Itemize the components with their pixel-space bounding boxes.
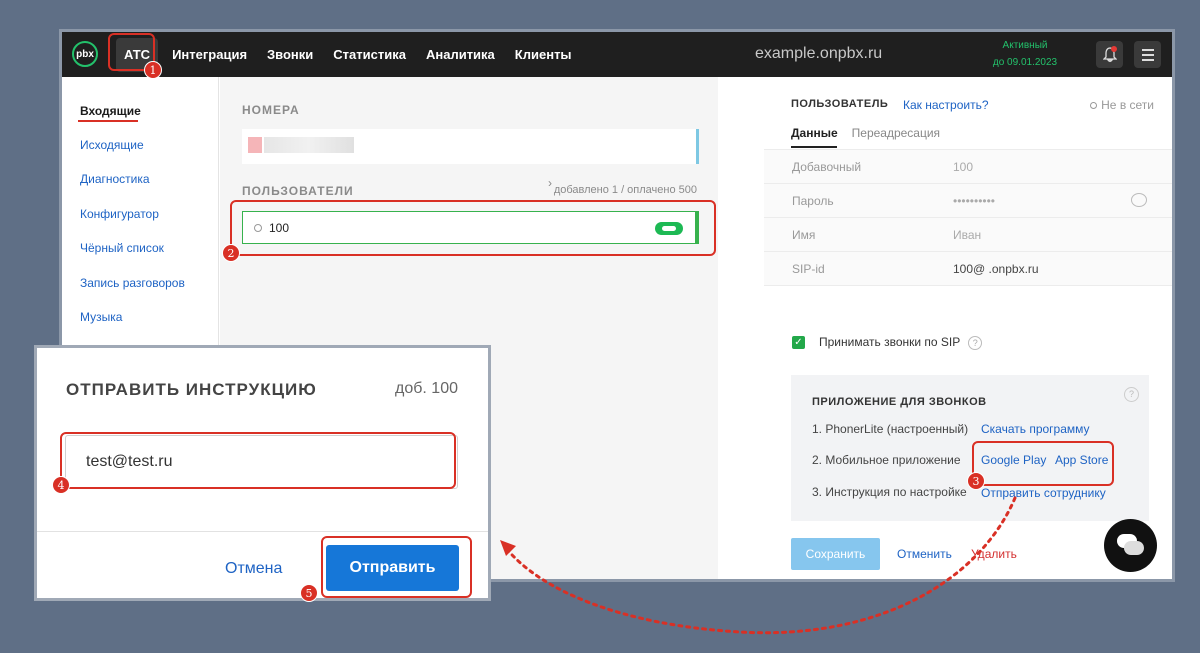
user-tabs: Данные Переадресация <box>791 126 940 140</box>
dialog-title: ОТПРАВИТЬ ИНСТРУКЦИЮ <box>66 380 317 399</box>
sidebar-item-incoming[interactable]: Входящие <box>80 104 141 118</box>
field-label: Добавочный <box>792 160 862 174</box>
help-icon[interactable]: ? <box>968 336 983 350</box>
users-count: добавлено 1 / оплачено 500 <box>553 184 697 196</box>
nav-statistics[interactable]: Статистика <box>323 32 416 77</box>
sidebar-item-configurator[interactable]: Конфигуратор <box>80 207 159 221</box>
step-badge-1: 1 <box>144 61 162 79</box>
highlight-email-input <box>60 432 456 489</box>
offline-icon <box>1090 102 1098 109</box>
tab-data[interactable]: Данные <box>791 126 838 140</box>
sip-checkbox-label: Принимать звонки по SIP? <box>819 335 983 350</box>
field-value: •••••••••• <box>953 194 996 208</box>
field-label: SIP-id <box>792 262 825 276</box>
field-value: Иван <box>953 228 982 242</box>
field-value: 100 <box>953 160 974 174</box>
field-value: 100@ .onpbx.ru <box>953 262 1039 276</box>
notification-dot <box>1111 46 1117 52</box>
dialog-extension: доб. 100 <box>395 380 458 397</box>
nav-calls[interactable]: Звонки <box>257 32 323 77</box>
app-row-phonerlite: 1. PhonerLite (настроенный) <box>812 422 969 436</box>
active-underline <box>78 120 138 122</box>
status-active: Активный <box>1002 40 1048 51</box>
users-title: ПОЛЬЗОВАТЕЛИ <box>242 184 354 198</box>
chat-bubble <box>1124 541 1144 555</box>
step-badge-4: 4 <box>52 476 70 494</box>
step-badge-2: 2 <box>222 244 240 262</box>
help-icon[interactable]: ? <box>1124 387 1139 402</box>
cancel-button[interactable]: Отмена <box>225 560 282 578</box>
pbx-logo[interactable]: pbx <box>72 41 98 67</box>
sip-checkbox[interactable]: ✓ <box>792 336 805 349</box>
sidebar-item-music[interactable]: Музыка <box>80 310 122 324</box>
nav-analytics[interactable]: Аналитика <box>416 32 505 77</box>
sip-label-text: Принимать звонки по SIP <box>819 335 961 349</box>
help-link[interactable]: Как настроить? <box>903 98 989 112</box>
save-button[interactable]: Сохранить <box>791 538 880 570</box>
redacted-block <box>248 137 262 153</box>
app-section-title: ПРИЛОЖЕНИЕ ДЛЯ ЗВОНКОВ <box>812 396 987 408</box>
cancel-link[interactable]: Отменить <box>897 547 952 561</box>
chevron-right-icon[interactable]: › <box>548 176 552 190</box>
app-row-mobile: 2. Мобильное приложение <box>812 453 961 467</box>
field-label: Имя <box>792 228 816 242</box>
sidebar-item-recording[interactable]: Запись разговоров <box>80 276 185 290</box>
status-until: до 09.01.2023 <box>992 57 1058 68</box>
highlight-user-row <box>230 200 716 256</box>
sidebar-item-outgoing[interactable]: Исходящие <box>80 138 144 152</box>
show-password-icon[interactable] <box>1131 193 1147 207</box>
sidebar-item-diagnostics[interactable]: Диагностика <box>80 172 150 186</box>
download-link[interactable]: Скачать программу <box>981 422 1090 436</box>
send-to-employee-link[interactable]: Отправить сотруднику <box>981 486 1106 500</box>
top-navbar: pbx АТС Интеграция Звонки Статистика Ана… <box>62 32 1172 77</box>
hamburger-icon[interactable] <box>1134 41 1161 68</box>
presence-status: Не в сети <box>1090 98 1154 112</box>
divider <box>37 531 488 532</box>
nav-clients[interactable]: Клиенты <box>505 32 582 77</box>
step-badge-3: 3 <box>967 472 985 490</box>
main-nav: АТС Интеграция Звонки Статистика Аналити… <box>112 32 582 77</box>
number-row[interactable] <box>242 129 699 164</box>
nav-integration[interactable]: Интеграция <box>162 32 257 77</box>
user-panel-title: ПОЛЬЗОВАТЕЛЬ <box>791 98 889 110</box>
highlight-send-button <box>321 536 472 598</box>
sidebar-item-blacklist[interactable]: Чёрный список <box>80 241 164 255</box>
chat-icon[interactable] <box>1104 519 1157 572</box>
tab-forwarding[interactable]: Переадресация <box>852 126 940 140</box>
bell-icon[interactable] <box>1096 41 1123 68</box>
step-badge-5: 5 <box>300 584 318 602</box>
divider <box>764 285 1172 286</box>
delete-link[interactable]: Удалить <box>971 547 1017 561</box>
presence-text: Не в сети <box>1101 98 1154 112</box>
tab-underline <box>791 146 837 148</box>
field-extension[interactable]: Добавочный 100 <box>764 149 1172 183</box>
redacted-number <box>264 137 354 153</box>
numbers-title: НОМЕРА <box>242 103 300 117</box>
field-label: Пароль <box>792 194 834 208</box>
user-details-panel: ПОЛЬЗОВАТЕЛЬ Как настроить? Не в сети Да… <box>764 77 1172 579</box>
app-row-instruction: 3. Инструкция по настройке <box>812 485 967 499</box>
field-password[interactable]: Пароль •••••••••• <box>764 183 1172 217</box>
domain-label: example.onpbx.ru <box>755 45 883 62</box>
field-sip-id[interactable]: SIP-id 100@ .onpbx.ru <box>764 251 1172 285</box>
highlight-send-link <box>972 441 1114 486</box>
account-status: Активный до 09.01.2023 <box>980 37 1070 71</box>
field-name[interactable]: Имя Иван <box>764 217 1172 251</box>
